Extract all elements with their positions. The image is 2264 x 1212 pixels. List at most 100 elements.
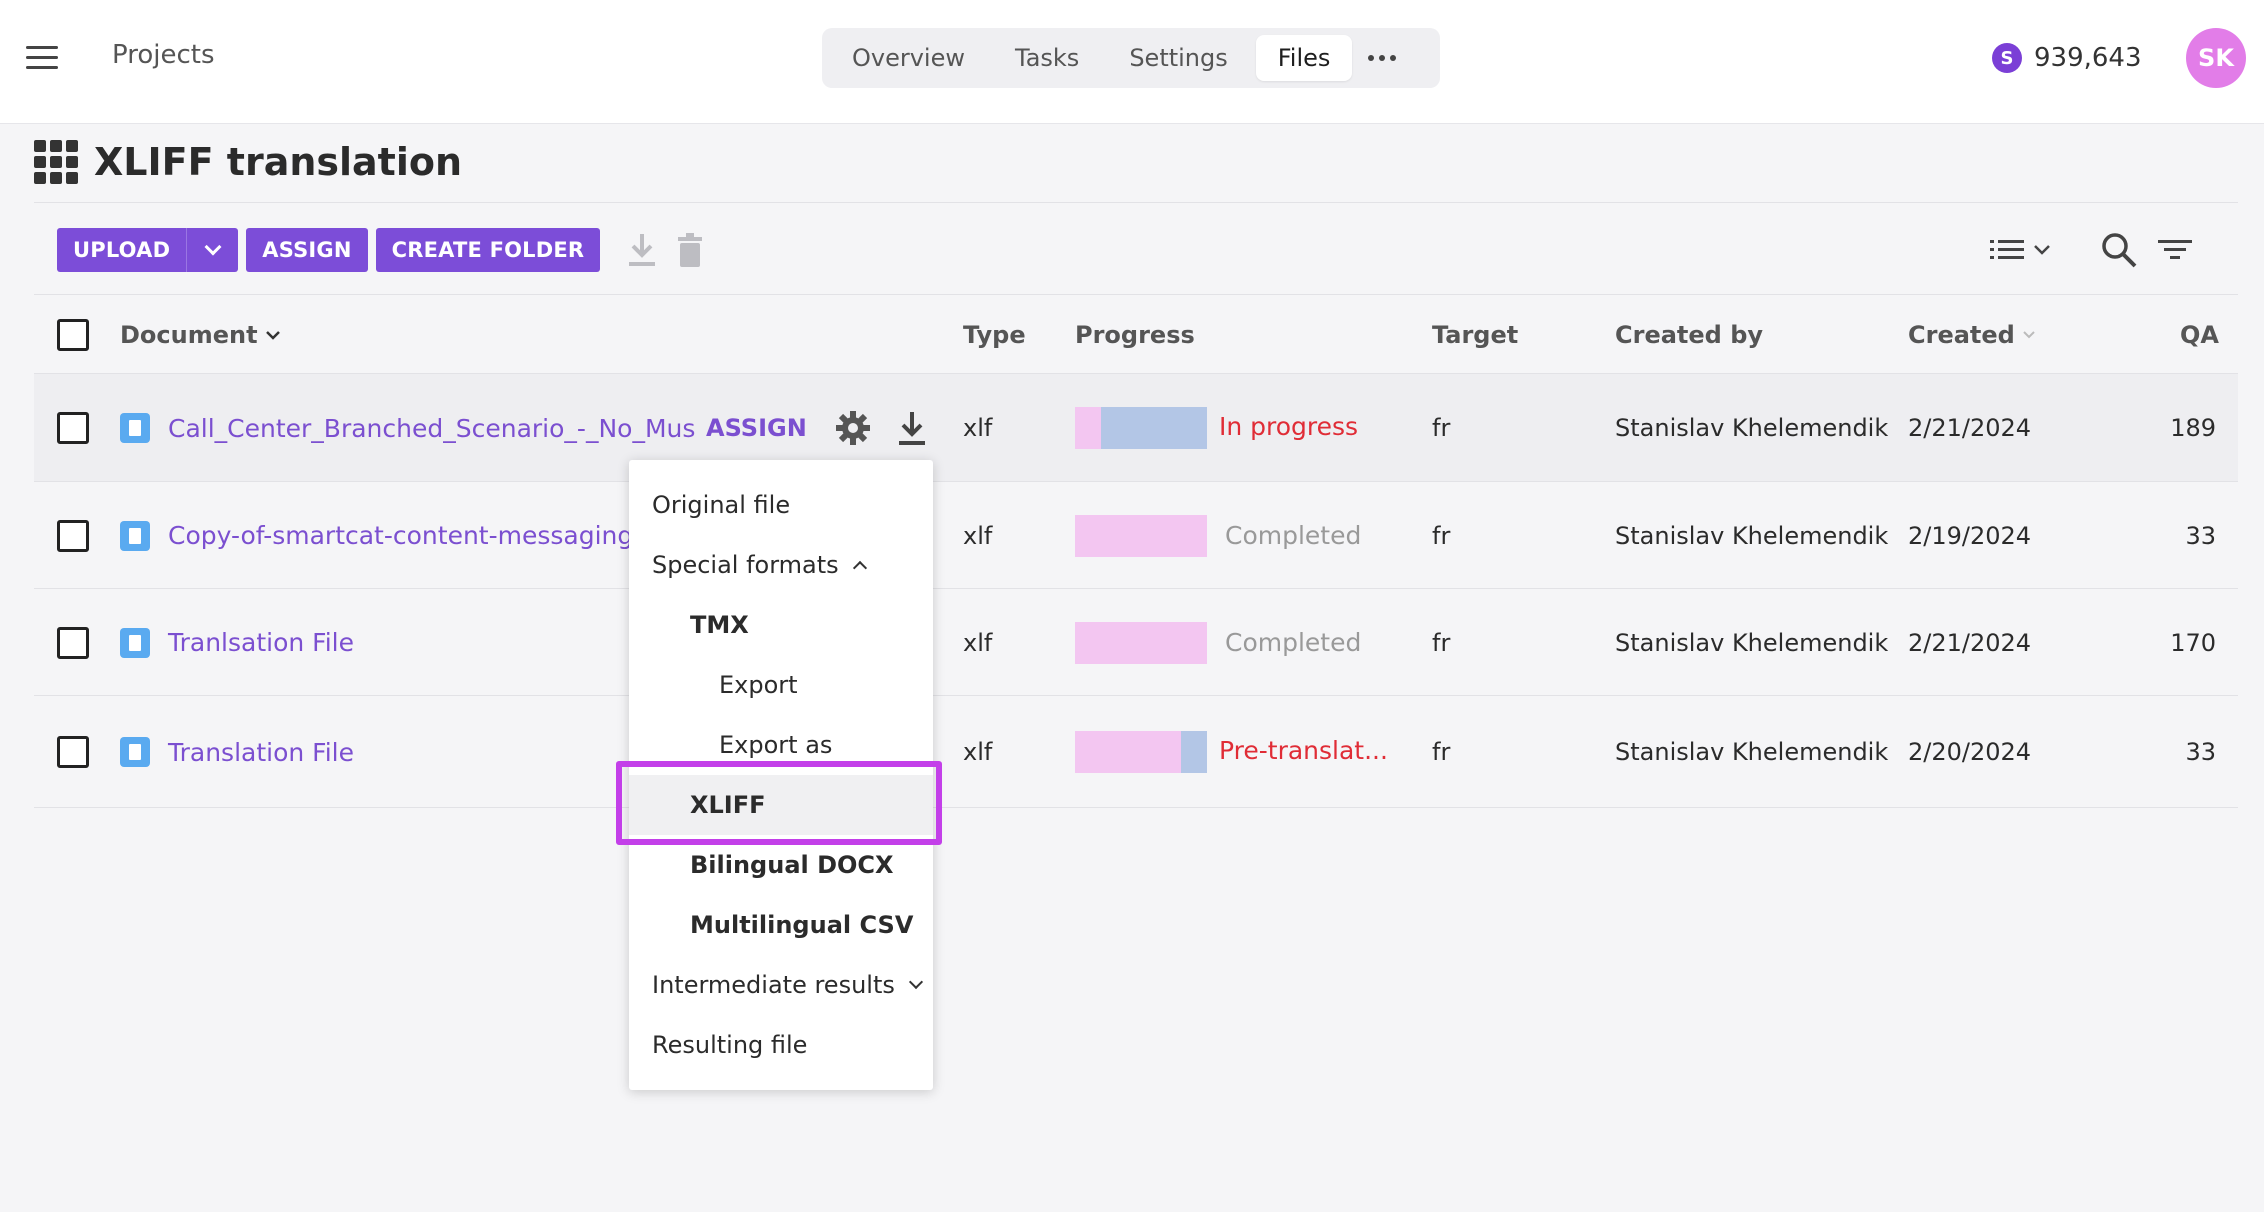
- table-row[interactable]: Call_Center_Branched_Scenario_-_No_Mus A…: [34, 374, 2238, 482]
- column-document[interactable]: Document: [120, 295, 282, 375]
- qa-value: 170: [2170, 628, 2216, 657]
- list-view-icon: [1990, 240, 2024, 259]
- balance[interactable]: S 939,643: [1992, 38, 2142, 78]
- created-value: 2/20/2024: [1908, 738, 2032, 766]
- progress-segment: [1101, 407, 1207, 449]
- download-icon[interactable]: [622, 228, 662, 272]
- create-folder-button[interactable]: CREATE FOLDER: [375, 228, 601, 272]
- download-menu: Original file Special formats TMX Export…: [629, 460, 933, 1090]
- tab-overview[interactable]: Overview: [830, 35, 987, 81]
- tab-files[interactable]: Files: [1255, 35, 1353, 81]
- column-created-by: Created by: [1615, 321, 1764, 349]
- table-row[interactable]: Tranlsation File xlf Completed fr Stanis…: [34, 589, 2238, 696]
- created-value: 2/21/2024: [1908, 628, 2032, 657]
- tab-settings[interactable]: Settings: [1107, 35, 1249, 81]
- created-by-value: Stanislav Khelemendik: [1615, 628, 1889, 657]
- menu-item-multilingual-csv[interactable]: Multilingual CSV: [629, 895, 933, 955]
- upload-dropdown-button[interactable]: [186, 228, 239, 272]
- menu-item-label: Special formats: [652, 551, 839, 579]
- menu-item-xliff[interactable]: XLIFF: [629, 775, 933, 835]
- status-text: Completed: [1225, 628, 1362, 657]
- file-icon: [120, 413, 150, 443]
- toolbar: UPLOAD ASSIGN CREATE FOLDER: [57, 228, 710, 272]
- progress-bar: [1075, 407, 1207, 449]
- progress-segment: [1075, 407, 1102, 449]
- type-value: xlf: [963, 628, 993, 657]
- avatar[interactable]: SK: [2186, 28, 2246, 88]
- divider: [34, 202, 2238, 203]
- column-target: Target: [1432, 321, 1519, 349]
- page-title: XLIFF translation: [94, 140, 463, 184]
- created-value: 2/21/2024: [1908, 414, 2032, 442]
- row-checkbox[interactable]: [57, 626, 89, 659]
- progress-segment: [1180, 731, 1207, 773]
- created-value: 2/19/2024: [1908, 521, 2032, 550]
- title-row: XLIFF translation: [34, 124, 462, 200]
- row-assign-link[interactable]: ASSIGN: [706, 414, 807, 442]
- projects-link[interactable]: Projects: [112, 40, 215, 70]
- view-toggle[interactable]: [1990, 228, 2052, 272]
- document-link[interactable]: Translation File: [168, 738, 354, 767]
- upload-button[interactable]: UPLOAD: [57, 228, 187, 272]
- file-icon: [120, 627, 150, 658]
- top-bar: Projects Overview Tasks Settings Files S…: [0, 0, 2264, 124]
- qa-value: 189: [2170, 414, 2216, 442]
- menu-item-bilingual-docx[interactable]: Bilingual DOCX: [629, 835, 933, 895]
- status-text: In progress: [1219, 411, 1359, 441]
- select-all-checkbox[interactable]: [57, 319, 89, 351]
- row-checkbox[interactable]: [57, 519, 89, 552]
- target-value: fr: [1432, 521, 1451, 550]
- files-table: Document Type Progress Target Created by…: [34, 294, 2238, 808]
- menu-item-special-formats[interactable]: Special formats: [629, 535, 933, 595]
- type-value: xlf: [963, 521, 993, 550]
- progress-bar: [1075, 621, 1207, 664]
- project-tabs: Overview Tasks Settings Files: [822, 28, 1440, 88]
- menu-item-export[interactable]: Export: [629, 655, 933, 715]
- more-tabs-icon[interactable]: [1358, 35, 1406, 81]
- coin-icon: S: [1992, 43, 2022, 73]
- row-checkbox[interactable]: [57, 412, 89, 444]
- type-value: xlf: [963, 738, 993, 766]
- trash-icon[interactable]: [670, 228, 710, 272]
- chevron-down-icon: [204, 238, 222, 256]
- chevron-down-icon: [265, 331, 280, 340]
- progress-segment: [1075, 514, 1207, 557]
- menu-item-export-as[interactable]: Export as: [629, 715, 933, 775]
- chevron-down-icon: [2034, 245, 2050, 255]
- menu-item-original-file[interactable]: Original file: [629, 475, 933, 535]
- apps-grid-icon: [34, 140, 78, 184]
- file-icon: [120, 737, 150, 767]
- menu-item-resulting-file[interactable]: Resulting file: [629, 1015, 933, 1075]
- qa-value: 33: [2185, 738, 2216, 766]
- assign-button[interactable]: ASSIGN: [246, 228, 368, 272]
- column-document-label: Document: [120, 321, 258, 349]
- target-value: fr: [1432, 628, 1451, 657]
- menu-item-label: Intermediate results: [652, 971, 895, 999]
- search-icon[interactable]: [2100, 228, 2138, 272]
- target-value: fr: [1432, 414, 1451, 442]
- column-type: Type: [963, 321, 1026, 349]
- chevron-down-icon: [2023, 331, 2035, 339]
- progress-bar: [1075, 731, 1207, 773]
- chevron-down-icon: [908, 974, 923, 990]
- document-link[interactable]: Call_Center_Branched_Scenario_-_No_Mus: [168, 414, 695, 443]
- document-link[interactable]: Copy-of-smartcat-content-messaging-: [168, 521, 642, 550]
- menu-item-intermediate-results[interactable]: Intermediate results: [629, 955, 933, 1015]
- table-row[interactable]: Copy-of-smartcat-content-messaging- xlf …: [34, 482, 2238, 589]
- progress-segment: [1075, 731, 1181, 773]
- menu-icon[interactable]: [26, 44, 58, 70]
- menu-item-tmx[interactable]: TMX: [629, 595, 933, 655]
- tab-tasks[interactable]: Tasks: [993, 35, 1101, 81]
- progress-bar: [1075, 514, 1207, 557]
- row-checkbox[interactable]: [57, 736, 89, 768]
- created-by-value: Stanislav Khelemendik: [1615, 521, 1889, 550]
- type-value: xlf: [963, 414, 993, 442]
- table-row[interactable]: Translation File xlf Pre-translat... fr …: [34, 696, 2238, 808]
- select-all-cell: [57, 295, 89, 375]
- document-link[interactable]: Tranlsation File: [168, 628, 354, 657]
- filter-icon[interactable]: [2158, 228, 2192, 272]
- column-progress: Progress: [1075, 321, 1195, 349]
- column-created[interactable]: Created: [1908, 295, 2037, 375]
- status-text: Completed: [1225, 521, 1362, 550]
- status-text: Pre-translat...: [1219, 735, 1388, 765]
